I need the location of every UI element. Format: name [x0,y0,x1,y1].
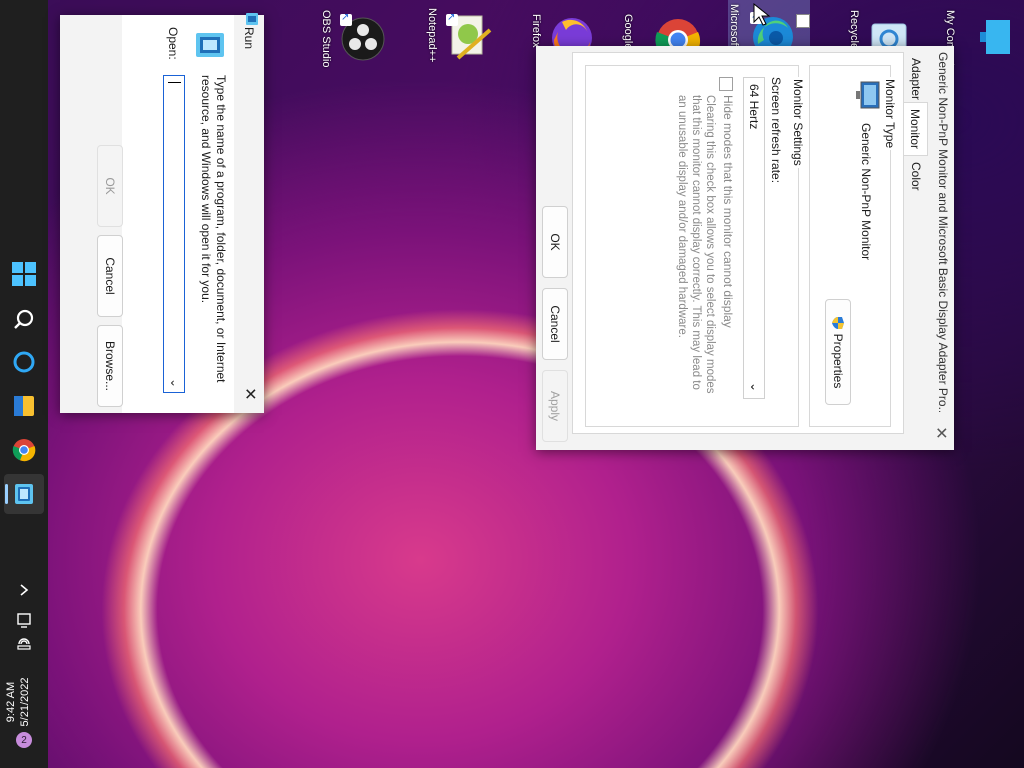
monitor-properties-dialog: Generic Non-PnP Monitor and Microsoft Ba… [536,46,954,450]
text-caret [168,82,181,83]
properties-title: Generic Non-PnP Monitor and Microsoft Ba… [936,52,950,412]
network-button[interactable] [12,608,36,632]
file-explorer-button[interactable] [8,390,40,422]
open-input[interactable]: ⌄ [163,75,185,393]
monitor-type-label: Monitor Type [883,77,897,151]
run-close-button[interactable]: ✕ [236,375,264,413]
run-app-icon-wrap [8,478,40,510]
monitor-icon [980,20,1010,54]
taskbar: 9:42 AM 5/21/2022 2 [0,0,48,768]
properties-ok-button[interactable]: OK [542,206,568,278]
volume-button[interactable] [12,632,36,656]
monitor-tab-panel: Monitor Type Generic Non-PnP Monitor Pro… [572,52,904,434]
hide-modes-description: Clearing this check box allows you to se… [676,95,716,394]
chevron-down-icon: ⌄ [748,381,762,392]
run-title: Run [242,27,256,50]
hide-modes-checkbox[interactable] [719,77,733,91]
desktop-icon-my-computer[interactable]: My Computer [944,10,1018,76]
run-description: Type the name of a program, folder, docu… [199,75,228,383]
run-ok-button[interactable]: OK [97,145,123,227]
refresh-rate-label: Screen refresh rate: [769,77,783,184]
shortcut-arrow-icon [446,12,458,26]
selection-checkbox[interactable] [796,14,810,28]
run-browse-button[interactable]: Browse... [97,325,123,407]
cortana-icon [13,351,35,373]
show-hidden-icons-button[interactable] [12,578,36,602]
windows-logo-icon [12,262,36,286]
chrome-taskbar-button[interactable] [8,434,40,466]
search-icon [14,309,34,329]
close-icon: ✕ [241,387,258,401]
search-button[interactable] [8,303,40,335]
start-button[interactable] [8,258,40,290]
properties-apply-button[interactable]: Apply [542,370,568,442]
desktop-icon-label: Notepad++ [426,8,438,63]
shield-icon [832,316,844,329]
tab-color-management[interactable]: Color Management [885,156,928,238]
clock[interactable]: 9:42 AM 5/21/2022 [4,672,44,732]
run-app-icon [196,33,224,57]
desktop-icon-label: Firefox [530,14,542,48]
network-icon [17,613,31,628]
desktop-icon-obs[interactable]: OBS Studio [320,10,386,74]
tab-adapter[interactable]: Adapter [904,52,928,106]
run-app-icon [15,484,33,504]
monitor-settings-label: Monitor Settings [791,77,805,168]
chevron-down-icon[interactable]: ⌄ [168,378,182,388]
properties-close-button[interactable]: ✕ [928,416,954,450]
notification-badge[interactable]: 2 [16,732,32,748]
run-cancel-button[interactable]: Cancel [97,235,123,317]
clock-time: 9:42 AM [5,681,17,723]
close-icon: ✕ [932,426,949,440]
monitor-icon [856,81,880,109]
hide-modes-label: Hide modes that this monitor cannot disp… [721,95,735,328]
properties-button[interactable]: Properties [825,299,851,405]
run-title-icon [246,13,258,25]
run-dialog: Run ✕ Type the name of a program, folder… [60,13,264,413]
volume-icon [17,638,31,650]
cortana-button[interactable] [8,346,40,378]
properties-button-label: Properties [831,333,845,389]
shortcut-arrow-icon [340,12,352,26]
refresh-rate-value: 64 Hertz [747,84,761,130]
open-label: Open: [166,27,180,60]
clock-date: 5/21/2022 [19,677,31,727]
folder-icon [14,396,34,416]
mouse-cursor-icon [753,2,771,26]
chevron-right-icon [20,584,29,596]
tab-monitor[interactable]: Monitor [903,102,928,157]
chrome-icon [12,439,36,462]
properties-cancel-button[interactable]: Cancel [542,288,568,360]
desktop-icon-notepadpp[interactable]: Notepad++ [426,8,492,72]
monitor-name: Generic Non-PnP Monitor [859,123,873,261]
desktop-icon-label: OBS Studio [320,10,332,68]
refresh-rate-select[interactable]: 64 Hertz ⌄ [743,77,765,399]
